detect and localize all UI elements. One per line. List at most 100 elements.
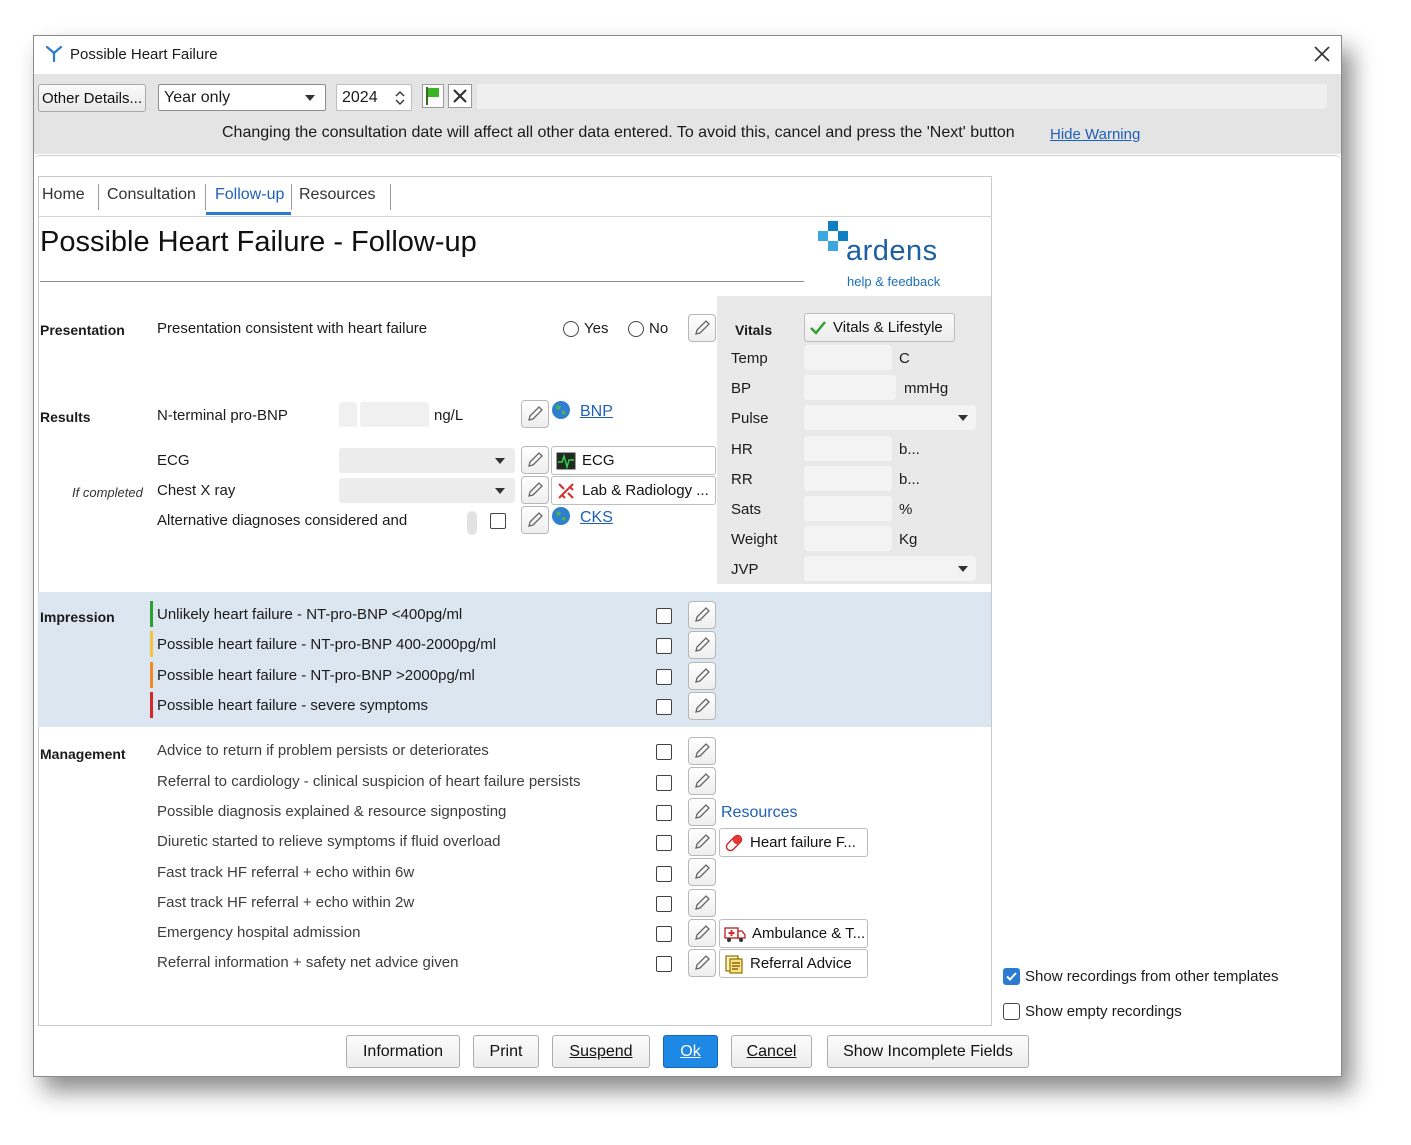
pencil-icon (695, 955, 710, 970)
tab-home[interactable]: Home (42, 186, 85, 204)
heart-failure-leaflet-button[interactable]: Heart failure F... (719, 828, 868, 857)
alt-diagnoses-checkbox[interactable] (490, 513, 506, 529)
page-title: Possible Heart Failure - Follow-up (40, 226, 477, 258)
pencil-icon (528, 452, 543, 467)
management-item-checkbox[interactable] (656, 775, 672, 791)
ntprobnp-value-input[interactable] (360, 402, 429, 427)
tab-divider (390, 184, 391, 210)
management-edit-button[interactable] (688, 828, 716, 856)
pencil-icon (695, 743, 710, 758)
flag-button[interactable] (422, 84, 444, 108)
bnp-link[interactable]: BNP (580, 403, 613, 421)
impression-edit-button[interactable] (688, 692, 716, 720)
date-mode-select[interactable]: Year only (158, 84, 326, 111)
temp-unit: C (899, 350, 910, 367)
alt-diagnoses-edit-button[interactable] (521, 506, 549, 534)
referral-advice-button[interactable]: Referral Advice (719, 949, 868, 978)
hr-input[interactable] (804, 436, 892, 461)
impression-item-checkbox[interactable] (656, 608, 672, 624)
other-details-button[interactable]: Other Details... (38, 84, 146, 112)
show-incomplete-button[interactable]: Show Incomplete Fields (827, 1035, 1029, 1068)
print-button[interactable]: Print (473, 1035, 539, 1068)
management-edit-button[interactable] (688, 858, 716, 886)
temp-label: Temp (731, 350, 768, 367)
temp-input[interactable] (804, 345, 892, 370)
pencil-icon (695, 607, 710, 622)
sats-input[interactable] (804, 496, 892, 521)
pencil-icon (528, 406, 543, 421)
ecg-resource-button[interactable]: ECG (551, 446, 716, 475)
management-edit-button[interactable] (688, 798, 716, 826)
presentation-no-radio[interactable] (628, 321, 644, 337)
resources-link[interactable]: Resources (721, 804, 797, 822)
date-extra-field[interactable] (477, 84, 1327, 109)
bp-input[interactable] (804, 375, 896, 400)
year-value: 2024 (342, 88, 378, 106)
management-item-checkbox[interactable] (656, 744, 672, 760)
impression-edit-button[interactable] (688, 601, 716, 629)
ntprobnp-edit-button[interactable] (521, 400, 549, 428)
show-empty-checkbox[interactable] (1003, 1003, 1020, 1020)
management-section-label: Management (40, 746, 126, 762)
ok-button[interactable]: Ok (663, 1035, 718, 1068)
management-edit-button[interactable] (688, 737, 716, 765)
vitals-lifestyle-button[interactable]: Vitals & Lifestyle (804, 313, 955, 342)
management-edit-button[interactable] (688, 949, 716, 977)
management-item-checkbox[interactable] (656, 926, 672, 942)
management-item-checkbox[interactable] (656, 956, 672, 972)
show-other-templates-checkbox[interactable] (1003, 968, 1020, 985)
cks-link[interactable]: CKS (580, 509, 613, 527)
scroll-indicator[interactable] (467, 511, 477, 535)
impression-item-checkbox[interactable] (656, 669, 672, 685)
management-item-checkbox[interactable] (656, 866, 672, 882)
impression-item-checkbox[interactable] (656, 699, 672, 715)
spin-arrows-icon[interactable] (395, 90, 405, 111)
impression-item-checkbox[interactable] (656, 638, 672, 654)
presentation-edit-button[interactable] (688, 314, 716, 342)
impression-item-label: Unlikely heart failure - NT-pro-BNP <400… (157, 606, 463, 623)
lab-radiology-button[interactable]: Lab & Radiology ... (551, 476, 716, 505)
suspend-button[interactable]: Suspend (552, 1035, 650, 1068)
rr-input[interactable] (804, 466, 892, 491)
cancel-button[interactable]: Cancel (731, 1035, 812, 1068)
lab-radiology-label: Lab & Radiology ... (582, 482, 709, 499)
tab-divider (291, 184, 292, 210)
xray-icon (558, 482, 574, 499)
management-item-checkbox[interactable] (656, 896, 672, 912)
impression-edit-button[interactable] (688, 631, 716, 659)
presentation-yes-radio[interactable] (563, 321, 579, 337)
jvp-dropdown[interactable] (804, 556, 976, 581)
pulse-dropdown[interactable] (804, 405, 976, 430)
ecg-edit-button[interactable] (521, 446, 549, 474)
management-item-label: Referral to cardiology - clinical suspic… (157, 773, 581, 790)
information-button[interactable]: Information (346, 1035, 460, 1068)
management-edit-button[interactable] (688, 919, 716, 947)
alt-diagnoses-label: Alternative diagnoses considered and (157, 512, 408, 529)
sats-unit: % (899, 501, 913, 518)
chest-xray-edit-button[interactable] (521, 476, 549, 504)
ardens-logo[interactable]: ardens help & feedback (816, 219, 956, 289)
weight-input[interactable] (804, 526, 892, 551)
help-feedback-link[interactable]: help & feedback (847, 274, 940, 289)
ecg-dropdown[interactable] (339, 448, 515, 473)
impression-edit-button[interactable] (688, 662, 716, 690)
clear-date-button[interactable] (448, 84, 472, 108)
hr-label: HR (731, 441, 753, 458)
clear-icon (453, 89, 467, 103)
ambulance-transport-button[interactable]: Ambulance & T... (719, 919, 868, 948)
tab-consultation[interactable]: Consultation (107, 186, 196, 204)
impression-item-label: Possible heart failure - severe symptoms (157, 697, 428, 714)
hide-warning-link[interactable]: Hide Warning (1050, 126, 1140, 143)
management-edit-button[interactable] (688, 889, 716, 917)
pencil-icon (528, 482, 543, 497)
management-item-label: Possible diagnosis explained & resource … (157, 803, 507, 820)
year-spinner[interactable]: 2024 (336, 84, 412, 111)
tab-resources[interactable]: Resources (299, 186, 375, 204)
management-edit-button[interactable] (688, 767, 716, 795)
management-item-checkbox[interactable] (656, 805, 672, 821)
tab-follow-up[interactable]: Follow-up (215, 186, 284, 204)
close-icon[interactable] (1313, 45, 1331, 67)
management-item-checkbox[interactable] (656, 835, 672, 851)
chest-xray-dropdown[interactable] (339, 478, 515, 503)
ntprobnp-operator-field[interactable] (339, 402, 357, 427)
